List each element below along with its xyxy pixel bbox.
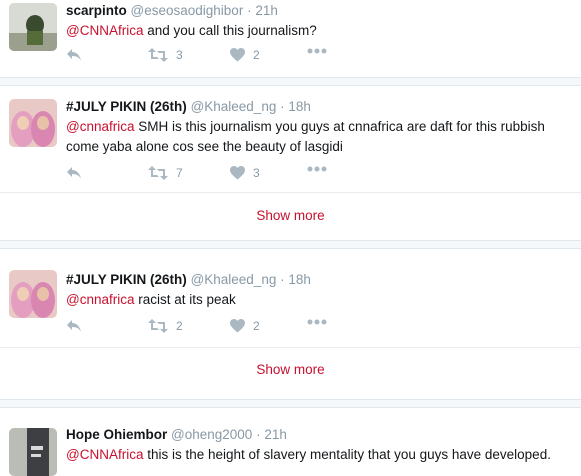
dot-separator: ·	[252, 427, 265, 442]
tweet-body: racist at its peak	[134, 292, 236, 307]
reply-button[interactable]	[66, 48, 82, 62]
user-handle[interactable]: @eseosaodighibor	[131, 3, 244, 18]
retweet-icon	[148, 166, 168, 180]
retweet-count: 2	[176, 319, 183, 333]
more-icon	[307, 319, 327, 325]
mention-link[interactable]: @cnnafrica	[66, 119, 134, 134]
user-handle[interactable]: @Khaleed_ng	[191, 272, 277, 287]
avatar[interactable]	[9, 99, 57, 147]
more-icon	[307, 48, 327, 54]
retweet-icon	[148, 319, 168, 333]
like-count: 2	[253, 48, 260, 62]
tweet-1[interactable]: scarpinto @eseosaodighibor · 21h @CNNAfr…	[0, 0, 581, 76]
tweet-2[interactable]: #JULY PIKIN (26th) @Khaleed_ng · 18h @cn…	[0, 86, 581, 240]
stream-separator	[0, 77, 581, 86]
retweet-count: 7	[176, 166, 183, 180]
timestamp[interactable]: 21h	[255, 3, 278, 18]
timestamp[interactable]: 21h	[264, 427, 287, 442]
reply-icon	[67, 167, 81, 179]
user-name[interactable]: scarpinto	[66, 3, 127, 18]
like-icon	[230, 166, 245, 180]
show-more-link[interactable]: Show more	[0, 362, 581, 377]
reply-button[interactable]	[66, 319, 82, 333]
retweet-button[interactable]: 2	[148, 319, 183, 333]
tweet-body: and you call this journalism?	[143, 23, 317, 38]
tweet-text: @CNNAfrica this is the height of slavery…	[66, 445, 577, 465]
dot-separator: ·	[243, 3, 256, 18]
reply-icon	[67, 320, 81, 332]
retweet-button[interactable]: 3	[148, 48, 183, 62]
like-button[interactable]: 2	[230, 48, 260, 62]
like-count: 3	[253, 166, 260, 180]
user-name[interactable]: #JULY PIKIN (26th)	[66, 272, 187, 287]
tweet-text: @cnnafrica racist at its peak	[66, 290, 577, 310]
reply-icon	[67, 49, 81, 61]
divider	[0, 347, 581, 348]
avatar[interactable]	[9, 3, 57, 51]
divider	[0, 192, 581, 193]
tweet-body: this is the height of slavery mentality …	[143, 447, 551, 462]
dot-separator: ·	[276, 272, 289, 287]
tweet-body: SMH is this journalism you guys at cnnaf…	[66, 119, 545, 154]
more-icon	[307, 166, 327, 172]
tweet-text: @cnnafrica SMH is this journalism you gu…	[66, 117, 577, 157]
avatar[interactable]	[9, 270, 57, 318]
retweet-icon	[148, 48, 168, 62]
timestamp[interactable]: 18h	[288, 272, 311, 287]
stream-separator	[0, 399, 581, 408]
retweet-button[interactable]: 7	[148, 166, 183, 180]
tweet-4[interactable]: Hope Ohiembor @oheng2000 · 21h @CNNAfric…	[0, 408, 581, 476]
like-button[interactable]: 2	[230, 319, 260, 333]
stream-separator	[0, 240, 581, 249]
dot-separator: ·	[276, 99, 289, 114]
user-handle[interactable]: @Khaleed_ng	[191, 99, 277, 114]
more-button[interactable]	[307, 48, 327, 54]
tweet-text: @CNNAfrica and you call this journalism?	[66, 21, 577, 41]
reply-button[interactable]	[66, 166, 82, 180]
avatar[interactable]	[9, 428, 57, 476]
retweet-count: 3	[176, 48, 183, 62]
mention-link[interactable]: @cnnafrica	[66, 292, 134, 307]
like-icon	[230, 319, 245, 333]
like-icon	[230, 48, 245, 62]
user-name[interactable]: #JULY PIKIN (26th)	[66, 99, 187, 114]
user-name[interactable]: Hope Ohiembor	[66, 427, 167, 442]
like-count: 2	[253, 319, 260, 333]
tweet-3[interactable]: #JULY PIKIN (26th) @Khaleed_ng · 18h @cn…	[0, 249, 581, 399]
show-more-link[interactable]: Show more	[0, 208, 581, 223]
timestamp[interactable]: 18h	[288, 99, 311, 114]
more-button[interactable]	[307, 166, 327, 172]
mention-link[interactable]: @CNNAfrica	[66, 447, 143, 462]
more-button[interactable]	[307, 319, 327, 325]
mention-link[interactable]: @CNNAfrica	[66, 23, 143, 38]
like-button[interactable]: 3	[230, 166, 260, 180]
user-handle[interactable]: @oheng2000	[171, 427, 252, 442]
